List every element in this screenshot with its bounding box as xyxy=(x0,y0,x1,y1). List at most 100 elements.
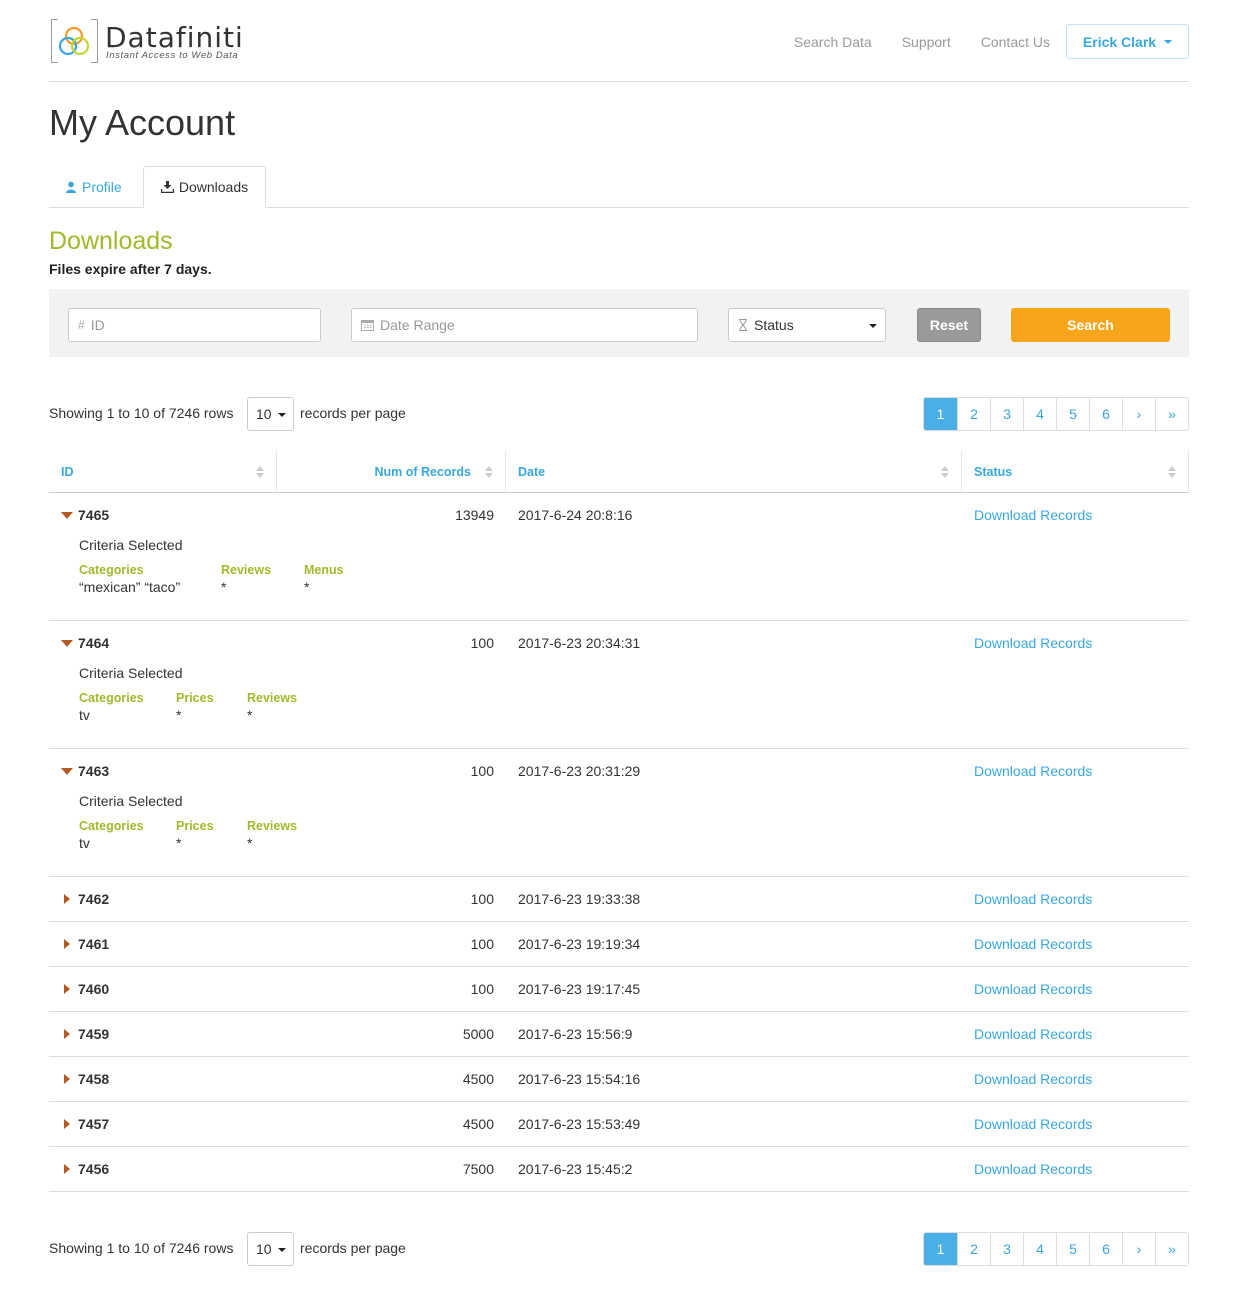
caret-right-icon xyxy=(64,1074,70,1084)
column-header-id-label: ID xyxy=(61,465,74,479)
page-link-1[interactable]: 1 xyxy=(924,1233,957,1265)
criteria-key: Categories xyxy=(79,819,144,833)
row-toggle[interactable]: 7464 xyxy=(61,635,109,651)
user-menu-button[interactable]: Erick Clark xyxy=(1066,24,1189,59)
criteria-item: Reviews * xyxy=(221,563,271,595)
download-records-link[interactable]: Download Records xyxy=(974,507,1092,523)
page-last-button[interactable]: » xyxy=(1155,398,1188,430)
download-records-link[interactable]: Download Records xyxy=(974,936,1092,952)
criteria-key: Prices xyxy=(176,819,214,833)
page-link-5[interactable]: 5 xyxy=(1056,1233,1089,1265)
criteria-value: “mexican” “taco” xyxy=(79,579,181,595)
row-num-records: 4500 xyxy=(462,1116,494,1132)
download-records-link[interactable]: Download Records xyxy=(974,1071,1092,1087)
per-page-select[interactable]: 10 xyxy=(247,397,294,431)
page-link-3[interactable]: 3 xyxy=(990,398,1023,430)
table-row: 7458 4500 2017-6-23 15:54:16 Download Re… xyxy=(49,1057,1189,1102)
logo[interactable]: Datafiniti Instant Access to Web Data xyxy=(49,19,259,65)
caret-right-icon xyxy=(64,1119,70,1129)
caret-right-icon xyxy=(64,939,70,949)
page-link-4[interactable]: 4 xyxy=(1023,1233,1056,1265)
page-link-5[interactable]: 5 xyxy=(1056,398,1089,430)
status-select-value: Status xyxy=(754,317,794,333)
page-link-1[interactable]: 1 xyxy=(924,398,957,430)
download-records-link[interactable]: Download Records xyxy=(974,635,1092,651)
criteria-key: Menus xyxy=(304,563,344,577)
reset-button[interactable]: Reset xyxy=(917,308,981,342)
table-row: 7463 100 2017-6-23 20:31:29 Download Rec… xyxy=(49,749,1189,877)
page-link-3[interactable]: 3 xyxy=(990,1233,1023,1265)
column-header-date-label: Date xyxy=(518,465,546,479)
nav-support[interactable]: Support xyxy=(902,34,951,50)
row-num-records: 4500 xyxy=(462,1071,494,1087)
pagination-bottom: Showing 1 to 10 of 7246 rows 10 records … xyxy=(49,1232,1189,1266)
row-toggle[interactable]: 7459 xyxy=(61,1026,109,1042)
tab-downloads-label: Downloads xyxy=(178,179,249,195)
row-num-records: 100 xyxy=(470,981,494,997)
row-num-records: 100 xyxy=(470,891,494,907)
per-page-select[interactable]: 10 xyxy=(247,1232,294,1266)
search-button[interactable]: Search xyxy=(1011,308,1170,342)
per-page-value: 10 xyxy=(256,406,272,422)
row-num-records: 5000 xyxy=(462,1026,494,1042)
page-link-2[interactable]: 2 xyxy=(957,1233,990,1265)
row-toggle[interactable]: 7462 xyxy=(61,891,109,907)
tab-downloads[interactable]: Downloads xyxy=(143,166,266,208)
criteria-key: Prices xyxy=(176,691,214,705)
criteria-item: Prices * xyxy=(176,691,214,723)
row-toggle[interactable]: 7460 xyxy=(61,981,109,997)
row-toggle[interactable]: 7465 xyxy=(61,507,109,523)
download-records-link[interactable]: Download Records xyxy=(974,981,1092,997)
nav-search-data[interactable]: Search Data xyxy=(794,34,872,50)
criteria-value: * xyxy=(247,707,253,723)
download-records-link[interactable]: Download Records xyxy=(974,1161,1092,1177)
page-next-button[interactable]: › xyxy=(1122,1233,1155,1265)
tab-profile-label: Profile xyxy=(82,179,122,195)
nav-contact-us[interactable]: Contact Us xyxy=(981,34,1050,50)
column-header-date[interactable]: Date xyxy=(507,451,962,493)
criteria-item: Reviews * xyxy=(247,691,297,723)
criteria-value: tv xyxy=(79,707,90,723)
page-link-6[interactable]: 6 xyxy=(1089,1233,1122,1265)
page-link-6[interactable]: 6 xyxy=(1089,398,1122,430)
date-range-placeholder: Date Range xyxy=(380,317,455,333)
column-header-num-records[interactable]: Num of Records xyxy=(278,451,506,493)
row-toggle[interactable]: 7458 xyxy=(61,1071,109,1087)
page-next-button[interactable]: › xyxy=(1122,398,1155,430)
status-select[interactable]: Status xyxy=(728,308,886,342)
criteria-value: * xyxy=(176,835,182,851)
page-link-4[interactable]: 4 xyxy=(1023,398,1056,430)
row-toggle[interactable]: 7457 xyxy=(61,1116,109,1132)
date-range-input[interactable]: Date Range xyxy=(351,308,698,342)
row-num-records: 100 xyxy=(470,635,494,651)
row-toggle[interactable]: 7463 xyxy=(61,763,109,779)
download-records-link[interactable]: Download Records xyxy=(974,1026,1092,1042)
column-header-status[interactable]: Status xyxy=(963,451,1189,493)
row-toggle[interactable]: 7456 xyxy=(61,1161,109,1177)
row-id: 7458 xyxy=(78,1071,110,1087)
row-date: 2017-6-23 20:31:29 xyxy=(518,763,641,779)
row-id: 7463 xyxy=(78,763,110,779)
page-last-button[interactable]: » xyxy=(1155,1233,1188,1265)
hourglass-icon xyxy=(739,319,747,331)
row-date: 2017-6-24 20:8:16 xyxy=(518,507,633,523)
showing-rows-text: Showing 1 to 10 of 7246 rows xyxy=(49,405,234,421)
column-header-status-label: Status xyxy=(974,465,1013,479)
caret-down-icon xyxy=(61,767,73,775)
column-header-id[interactable]: ID xyxy=(49,451,277,493)
page-link-2[interactable]: 2 xyxy=(957,398,990,430)
download-records-link[interactable]: Download Records xyxy=(974,891,1092,907)
tab-profile[interactable]: Profile xyxy=(65,166,122,208)
sort-icon xyxy=(1168,466,1176,478)
row-toggle[interactable]: 7461 xyxy=(61,936,109,952)
criteria-value: * xyxy=(247,835,253,851)
download-records-link[interactable]: Download Records xyxy=(974,1116,1092,1132)
caret-down-icon xyxy=(61,639,73,647)
table-body: 7465 13949 2017-6-24 20:8:16 Download Re… xyxy=(49,493,1189,1192)
download-records-link[interactable]: Download Records xyxy=(974,763,1092,779)
id-filter-input[interactable]: # ID xyxy=(68,308,321,342)
row-id: 7457 xyxy=(78,1116,110,1132)
caret-right-icon xyxy=(64,894,70,904)
page-title: My Account xyxy=(49,102,236,143)
row-date: 2017-6-23 20:34:31 xyxy=(518,635,641,651)
